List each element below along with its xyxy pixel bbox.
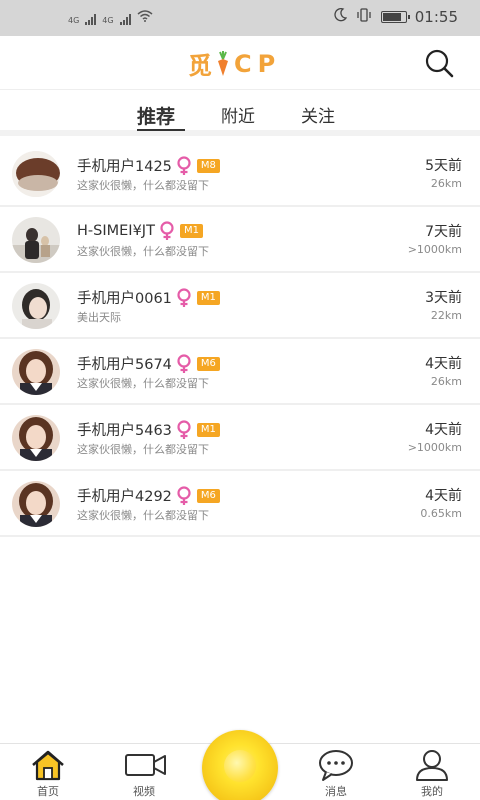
user-bio: 这家伙很懒，什么都没留下 <box>77 509 209 522</box>
video-camera-icon <box>124 748 166 782</box>
user-name: 手机用户0061 <box>77 291 172 307</box>
app-logo: 觅 CP <box>188 46 281 81</box>
orb-icon <box>224 750 256 782</box>
distance: >1000km <box>407 441 462 454</box>
name-line: 手机用户5674 M6 <box>77 353 220 374</box>
signal-icon <box>85 13 97 25</box>
home-icon <box>28 748 68 782</box>
distance: 26km <box>430 177 462 190</box>
user-name: H-SIMEI¥JT <box>77 223 155 239</box>
user-bio: 这家伙很懒，什么都没留下 <box>77 377 209 390</box>
female-icon <box>175 287 193 308</box>
tab-video-label: 视频 <box>133 785 155 798</box>
tab-home[interactable]: 首页 <box>18 748 78 799</box>
active-time: 3天前 <box>425 290 462 306</box>
user-name: 手机用户5674 <box>77 357 172 373</box>
avatar[interactable] <box>12 151 60 197</box>
user-name: 手机用户4292 <box>77 489 172 505</box>
list-item[interactable]: 手机用户5674 M6 这家伙很懒，什么都没留下 4天前 26km <box>0 339 480 405</box>
tab-home-label: 首页 <box>37 785 59 798</box>
tab-messages-label: 消息 <box>325 785 347 798</box>
active-time: 4天前 <box>425 488 462 504</box>
active-time: 7天前 <box>425 224 462 240</box>
user-name: 手机用户5463 <box>77 423 172 439</box>
level-badge: M6 <box>196 488 220 503</box>
status-bar: 4G 4G 01:55 <box>0 0 480 36</box>
list-item[interactable]: 手机用户4292 M6 这家伙很懒，什么都没留下 4天前 0.65km <box>0 471 480 537</box>
tab-mine-label: 我的 <box>421 785 443 798</box>
signal-icon <box>119 13 131 25</box>
list-item[interactable]: 手机用户5463 M1 这家伙很懒，什么都没留下 4天前 >1000km <box>0 405 480 471</box>
network-type-1: 4G <box>68 16 80 25</box>
female-icon <box>175 353 193 374</box>
distance: >1000km <box>407 243 462 256</box>
search-button[interactable] <box>424 48 454 78</box>
level-badge: M6 <box>196 356 220 371</box>
avatar[interactable] <box>12 415 60 461</box>
avatar[interactable] <box>12 349 60 395</box>
active-time: 5天前 <box>425 158 462 174</box>
feed-tabs: 推荐 附近 关注 <box>0 92 480 136</box>
clock: 01:55 <box>414 8 458 26</box>
vibrate-icon <box>355 8 373 26</box>
active-time: 4天前 <box>425 356 462 372</box>
user-list: 手机用户1425 M8 这家伙很懒，什么都没留下 5天前 26km H-SIME… <box>0 141 480 537</box>
chat-bubble-icon <box>316 748 356 782</box>
logo-text-left: 觅 <box>188 52 212 80</box>
name-line: 手机用户5463 M1 <box>77 419 220 440</box>
tab-messages[interactable]: 消息 <box>306 748 366 799</box>
user-profile-icon <box>412 748 452 782</box>
battery-icon <box>380 11 410 23</box>
user-bio: 这家伙很懒，什么都没留下 <box>77 443 209 456</box>
female-icon <box>175 419 193 440</box>
user-bio: 美出天际 <box>77 311 121 324</box>
female-icon <box>175 155 193 176</box>
tab-following[interactable]: 关注 <box>301 102 335 127</box>
avatar[interactable] <box>12 283 60 329</box>
active-time: 4天前 <box>425 422 462 438</box>
user-bio: 这家伙很懒，什么都没留下 <box>77 245 209 258</box>
level-badge: M8 <box>196 158 220 173</box>
avatar[interactable] <box>12 217 60 263</box>
name-line: 手机用户0061 M1 <box>77 287 220 308</box>
name-line: H-SIMEI¥JT M1 <box>77 221 203 241</box>
app-header: 觅 CP <box>0 36 480 90</box>
list-item[interactable]: 手机用户1425 M8 这家伙很懒，什么都没留下 5天前 26km <box>0 141 480 207</box>
name-line: 手机用户1425 M8 <box>77 155 220 176</box>
search-icon <box>425 49 454 78</box>
tab-video[interactable]: 视频 <box>114 748 174 799</box>
female-icon <box>158 221 176 241</box>
network-type-2: 4G <box>102 16 114 25</box>
level-badge: M1 <box>196 422 220 437</box>
active-tab-indicator <box>137 129 185 131</box>
list-item[interactable]: 手机用户0061 M1 美出天际 3天前 22km <box>0 273 480 339</box>
name-line: 手机用户4292 M6 <box>77 485 220 506</box>
level-badge: M1 <box>196 290 220 305</box>
tab-recommend[interactable]: 推荐 <box>137 102 175 129</box>
level-badge: M1 <box>179 224 203 238</box>
status-right: 01:55 <box>333 8 458 26</box>
distance: 0.65km <box>420 507 462 520</box>
moon-icon <box>333 8 347 26</box>
list-item[interactable]: H-SIMEI¥JT M1 这家伙很懒，什么都没留下 7天前 >1000km <box>0 207 480 273</box>
distance: 26km <box>430 375 462 388</box>
carrot-icon <box>216 50 230 77</box>
logo-text-right: CP <box>234 49 282 78</box>
signal-group: 4G 4G <box>68 10 153 25</box>
distance: 22km <box>430 309 462 322</box>
tab-nearby[interactable]: 附近 <box>221 102 255 127</box>
female-icon <box>175 485 193 506</box>
avatar[interactable] <box>12 481 60 527</box>
center-action-button[interactable] <box>202 730 278 800</box>
user-name: 手机用户1425 <box>77 159 172 175</box>
user-bio: 这家伙很懒，什么都没留下 <box>77 179 209 192</box>
wifi-icon <box>137 10 153 25</box>
tab-mine[interactable]: 我的 <box>402 748 462 799</box>
